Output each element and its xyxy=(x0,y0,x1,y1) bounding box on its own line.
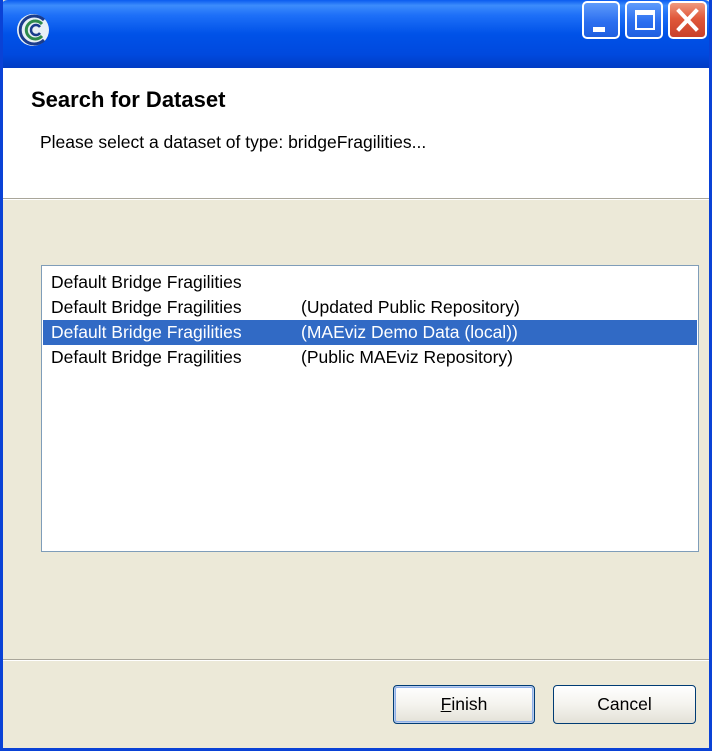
footer-divider xyxy=(3,659,709,661)
list-item[interactable]: Default Bridge Fragilities (Public MAEvi… xyxy=(43,345,697,370)
close-icon xyxy=(676,8,699,32)
finish-label: inish xyxy=(451,694,488,714)
finish-button[interactable]: Finish xyxy=(393,685,535,724)
header-divider xyxy=(3,198,709,200)
dialog-header: Search for Dataset Please select a datas… xyxy=(3,68,709,198)
title-bar[interactable] xyxy=(3,0,709,68)
dataset-name: Default Bridge Fragilities xyxy=(51,322,242,342)
minimize-button[interactable] xyxy=(582,1,620,39)
list-item-selected[interactable]: Default Bridge Fragilities (MAEviz Demo … xyxy=(43,320,697,345)
dialog-window: Search for Dataset Please select a datas… xyxy=(0,0,712,751)
dataset-source: (MAEviz Demo Data (local)) xyxy=(301,322,518,342)
maximize-icon xyxy=(635,10,655,30)
dataset-source: (Updated Public Repository) xyxy=(301,297,520,317)
dataset-name: Default Bridge Fragilities xyxy=(51,347,242,367)
dataset-source: (Public MAEviz Repository) xyxy=(301,347,513,367)
app-swirl-icon xyxy=(17,14,49,46)
close-button[interactable] xyxy=(668,1,707,39)
minimize-icon xyxy=(593,27,605,32)
list-item[interactable]: Default Bridge Fragilities (Updated Publ… xyxy=(43,295,697,320)
dataset-name: Default Bridge Fragilities xyxy=(51,297,242,317)
dataset-name: Default Bridge Fragilities xyxy=(51,272,242,292)
maximize-button[interactable] xyxy=(625,1,663,39)
finish-mnemonic: F xyxy=(440,694,452,714)
list-item[interactable]: Default Bridge Fragilities xyxy=(43,270,697,295)
page-description: Please select a dataset of type: bridgeF… xyxy=(40,132,427,152)
cancel-button[interactable]: Cancel xyxy=(553,685,696,724)
dataset-list[interactable]: Default Bridge Fragilities Default Bridg… xyxy=(41,265,699,552)
page-title: Search for Dataset xyxy=(31,87,226,112)
